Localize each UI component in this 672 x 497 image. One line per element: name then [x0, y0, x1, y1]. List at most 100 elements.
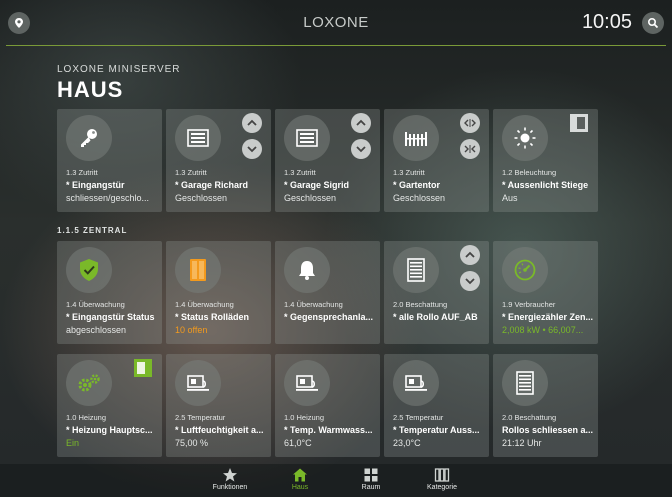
tile-eingangstuer-status[interactable]: 1.4 Überwachung * Eingangstür Status abg…: [57, 241, 162, 344]
close-gate-button[interactable]: [460, 139, 480, 159]
nav-label: Raum: [361, 484, 381, 491]
close-button[interactable]: [351, 139, 371, 159]
blind-icon: [502, 360, 548, 406]
grid-icon: [341, 467, 401, 483]
page-title: HAUS: [57, 77, 124, 102]
chevron-up-icon: [247, 119, 257, 126]
tile-name: * Status Rolläden: [175, 312, 250, 322]
chevron-up-icon: [465, 251, 475, 258]
tile-garage-sigrid[interactable]: 1.3 Zutritt * Garage Sigrid Geschlossen: [275, 109, 380, 212]
house-icon: [270, 467, 330, 483]
chevron-down-icon: [247, 146, 257, 153]
tile-name: * Energiezähler Zen...: [502, 312, 594, 322]
bottom-navigation: Funktionen Haus Raum Kategorie: [0, 464, 672, 497]
tile-heizung-hauptschalter[interactable]: 1.0 Heizung * Heizung Hauptsc... Ein: [57, 354, 162, 457]
sensor-icon: [393, 360, 439, 406]
tile-rollos-schliessen[interactable]: 2.0 Beschattung Rollos schliessen a... 2…: [493, 354, 598, 457]
top-bar: LOXONE 10:05: [0, 0, 672, 46]
tile-category: 1.9 Verbraucher: [502, 300, 556, 309]
bell-icon: [284, 247, 330, 293]
tile-category: 2.0 Beschattung: [502, 413, 557, 422]
sensor-icon: [284, 360, 330, 406]
tile-luftfeuchtigkeit[interactable]: 2.5 Temperatur * Luftfeuchtigkeit a... 7…: [166, 354, 271, 457]
tile-alle-rollo[interactable]: 2.0 Beschattung * alle Rollo AUF_AB: [384, 241, 489, 344]
tile-energiezaehler[interactable]: 1.9 Verbraucher * Energiezähler Zen... 2…: [493, 241, 598, 344]
close-button[interactable]: [242, 139, 262, 159]
nav-haus[interactable]: Haus: [270, 467, 330, 491]
tile-category: 1.3 Zutritt: [393, 168, 425, 177]
tile-status: schliessen/geschlo...: [66, 193, 150, 203]
tile-status: 75,00 %: [175, 438, 209, 448]
tile-garage-richard[interactable]: 1.3 Zutritt * Garage Richard Geschlossen: [166, 109, 271, 212]
expand-horizontal-icon: [464, 119, 476, 127]
tile-name: Rollos schliessen a...: [502, 425, 594, 435]
tile-category: 1.3 Zutritt: [284, 168, 316, 177]
tile-category: 1.0 Heizung: [66, 413, 107, 422]
tile-status: 10 offen: [175, 325, 208, 335]
tile-name: * Garage Richard: [175, 180, 249, 190]
nav-label: Kategorie: [427, 484, 457, 491]
tile-status: Geschlossen: [284, 193, 337, 203]
tile-status: 61,0°C: [284, 438, 312, 448]
tile-category: 2.0 Beschattung: [393, 300, 448, 309]
tile-name: * Eingangstür: [66, 180, 125, 190]
tile-eingangstuer[interactable]: 1.3 Zutritt * Eingangstür schliessen/ges…: [57, 109, 162, 212]
chevron-down-icon: [356, 146, 366, 153]
tile-name: * Aussenlicht Stiege: [502, 180, 589, 190]
tile-name: * Luftfeuchtigkeit a...: [175, 425, 264, 435]
tile-category: 2.5 Temperatur: [175, 413, 226, 422]
tile-status-rollaeden[interactable]: 1.4 Überwachung * Status Rolläden 10 off…: [166, 241, 271, 344]
open-button[interactable]: [242, 113, 262, 133]
tile-status: 23,0°C: [393, 438, 421, 448]
sun-icon: [502, 115, 548, 161]
header-divider: [6, 45, 666, 46]
search-button[interactable]: [642, 12, 664, 34]
up-button[interactable]: [460, 245, 480, 265]
tile-category: 1.2 Beleuchtung: [502, 168, 557, 177]
tile-gartentor[interactable]: 1.3 Zutritt * Gartentor Geschlossen: [384, 109, 489, 212]
star-icon: [200, 467, 260, 483]
light-switch-icon[interactable]: [569, 113, 589, 133]
tile-status: Geschlossen: [175, 193, 228, 203]
tile-name: * Temperatur Auss...: [393, 425, 480, 435]
tile-category: 1.4 Überwachung: [284, 300, 343, 309]
tile-temp-warmwasser[interactable]: 1.0 Heizung * Temp. Warmwass... 61,0°C: [275, 354, 380, 457]
tile-aussenlicht[interactable]: 1.2 Beleuchtung * Aussenlicht Stiege Aus: [493, 109, 598, 212]
tile-category: 1.3 Zutritt: [175, 168, 207, 177]
tile-status: Aus: [502, 193, 518, 203]
blind-icon: [393, 247, 439, 293]
tile-category: 1.4 Überwachung: [66, 300, 125, 309]
power-switch-icon[interactable]: [133, 358, 153, 378]
tile-name: * Garage Sigrid: [284, 180, 350, 190]
nav-funktionen[interactable]: Funktionen: [200, 467, 260, 491]
tile-category: 1.0 Heizung: [284, 413, 325, 422]
tile-name: * Heizung Hauptsc...: [66, 425, 153, 435]
nav-label: Funktionen: [212, 484, 248, 491]
search-icon: [647, 17, 659, 29]
sensor-icon: [175, 360, 221, 406]
tile-name: * Gartentor: [393, 180, 441, 190]
nav-raum[interactable]: Raum: [341, 467, 401, 491]
tile-temperatur-aussen[interactable]: 2.5 Temperatur * Temperatur Auss... 23,0…: [384, 354, 489, 457]
tile-category: 2.5 Temperatur: [393, 413, 444, 422]
tile-name: * Gegensprechanla...: [284, 312, 374, 322]
app-title: LOXONE: [303, 14, 369, 31]
tile-status: Ein: [66, 438, 80, 448]
key-icon: [66, 115, 112, 161]
chevron-down-icon: [465, 278, 475, 285]
nav-kategorie[interactable]: Kategorie: [412, 467, 472, 491]
tile-status: Geschlossen: [393, 193, 446, 203]
tile-name: * Eingangstür Status: [66, 312, 155, 322]
clock: 10:05: [581, 11, 632, 33]
open-gate-button[interactable]: [460, 113, 480, 133]
open-button[interactable]: [351, 113, 371, 133]
garage-door-icon: [175, 115, 221, 161]
tile-status: abgeschlossen: [66, 325, 127, 335]
window-icon: [175, 247, 221, 293]
tile-name: * Temp. Warmwass...: [284, 425, 373, 435]
tile-category: 1.4 Überwachung: [175, 300, 234, 309]
garage-door-icon: [284, 115, 330, 161]
tile-gegensprechanlage[interactable]: 1.4 Überwachung * Gegensprechanla...: [275, 241, 380, 344]
nav-label: Haus: [291, 484, 309, 491]
down-button[interactable]: [460, 271, 480, 291]
